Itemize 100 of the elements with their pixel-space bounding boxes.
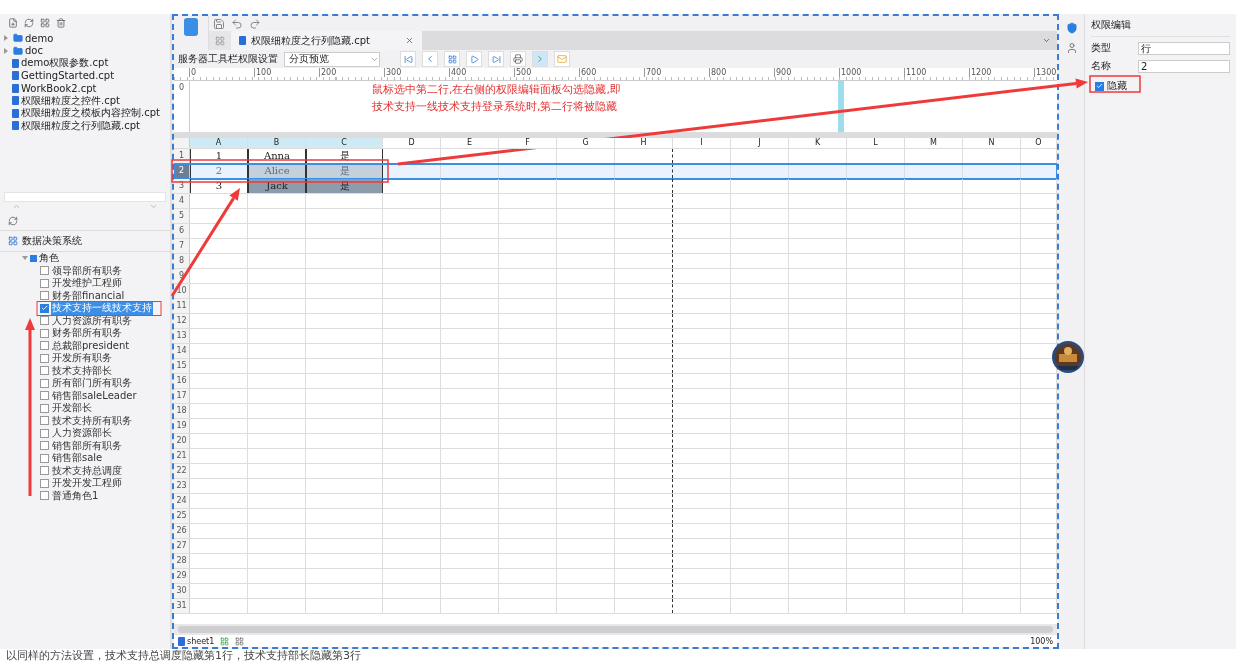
row-header[interactable]: 17 xyxy=(174,389,190,403)
file-tree-item[interactable]: demo权限参数.cpt xyxy=(12,57,109,70)
row-header[interactable]: 11 xyxy=(174,299,190,313)
delete-icon[interactable] xyxy=(56,18,66,28)
column-header[interactable]: C xyxy=(306,138,383,148)
row-header[interactable]: 30 xyxy=(174,584,190,598)
close-icon[interactable] xyxy=(405,36,414,45)
column-header[interactable]: G xyxy=(557,138,615,148)
next-page-icon[interactable] xyxy=(466,51,482,67)
role-item[interactable]: 所有部门所有职务 xyxy=(40,377,133,390)
role-item[interactable]: 开发维护工程师 xyxy=(40,277,123,290)
mail-icon[interactable] xyxy=(554,51,570,67)
input-field[interactable]: 行 xyxy=(1138,41,1230,55)
row-header[interactable]: 26 xyxy=(174,524,190,538)
checkbox[interactable] xyxy=(40,428,49,438)
row-header[interactable]: 24 xyxy=(174,494,190,508)
role-item[interactable]: 销售部saleLeader xyxy=(40,389,138,402)
row-header[interactable]: 19 xyxy=(174,419,190,433)
row-header[interactable]: 5 xyxy=(174,209,190,223)
checkbox[interactable] xyxy=(40,391,49,401)
role-item[interactable]: 销售部sale xyxy=(40,452,104,465)
row-header[interactable]: 16 xyxy=(174,374,190,388)
checkbox[interactable] xyxy=(40,266,49,276)
checkbox[interactable] xyxy=(1095,81,1104,91)
file-tree-item[interactable]: WorkBook2.cpt xyxy=(12,82,97,95)
role-item[interactable]: 技术支持总调度 xyxy=(40,464,123,477)
select-all-corner[interactable] xyxy=(174,138,190,148)
row-header[interactable]: 22 xyxy=(174,464,190,478)
undo-icon[interactable] xyxy=(231,17,243,30)
checkbox[interactable] xyxy=(40,366,49,376)
checkbox[interactable] xyxy=(40,478,49,488)
checkbox[interactable] xyxy=(40,353,49,363)
checkbox[interactable] xyxy=(40,278,49,288)
expand-down-icon[interactable] xyxy=(149,202,158,211)
new-file-icon[interactable] xyxy=(8,18,18,28)
previous-page-icon[interactable] xyxy=(422,51,438,67)
sheet-tab[interactable]: sheet1 xyxy=(178,636,215,646)
checkbox[interactable] xyxy=(40,466,49,476)
checkbox[interactable] xyxy=(40,291,49,301)
role-item[interactable]: 普通角色1 xyxy=(40,489,100,502)
horizontal-scrollbar[interactable] xyxy=(174,624,1057,635)
role-item[interactable]: 领导部所有职务 xyxy=(40,264,123,277)
column-header[interactable]: A xyxy=(190,138,248,148)
checkbox[interactable] xyxy=(40,378,49,388)
column-header[interactable]: B xyxy=(248,138,306,148)
file-tree-item[interactable]: demo xyxy=(4,32,54,45)
save-icon[interactable] xyxy=(213,17,225,30)
role-item[interactable]: 开发所有职务 xyxy=(40,352,113,365)
role-item[interactable]: 人力资源所有职务 xyxy=(40,314,133,327)
row-header[interactable]: 28 xyxy=(174,554,190,568)
table-row[interactable]: 2 2 Alice 是 xyxy=(174,164,1057,179)
file-tree-item[interactable]: 权限细粒度之模板内容控制.cpt xyxy=(12,107,160,120)
row-header[interactable]: 23 xyxy=(174,479,190,493)
row-header[interactable]: 12 xyxy=(174,314,190,328)
refresh-icon[interactable] xyxy=(8,216,18,226)
row-header[interactable]: 13 xyxy=(174,329,190,343)
file-tree-item[interactable]: doc xyxy=(4,44,43,57)
document-tab[interactable]: 权限细粒度之行列隐藏.cpt xyxy=(231,31,422,50)
role-item[interactable]: 开发开发工程师 xyxy=(40,477,123,490)
file-tree-item[interactable]: 权限细粒度之行列隐藏.cpt xyxy=(12,119,140,132)
print-icon[interactable] xyxy=(510,51,526,67)
table-row[interactable]: 3 3 Jack 是 xyxy=(174,179,1057,194)
last-page-icon[interactable] xyxy=(488,51,504,67)
row-header[interactable]: 18 xyxy=(174,404,190,418)
row-header[interactable]: 27 xyxy=(174,539,190,553)
app-logo-icon[interactable] xyxy=(184,18,198,36)
checkbox[interactable] xyxy=(40,303,49,313)
checkbox[interactable] xyxy=(40,441,49,451)
grid-icon[interactable] xyxy=(40,18,50,28)
role-item[interactable]: 技术支持部长 xyxy=(40,364,113,377)
row-header[interactable]: 29 xyxy=(174,569,190,583)
shield-icon[interactable] xyxy=(1065,22,1078,34)
row-header[interactable]: 8 xyxy=(174,254,190,268)
file-tree-item[interactable]: 权限细粒度之控件.cpt xyxy=(12,94,120,107)
mode-dropdown[interactable]: 分页预览 xyxy=(284,51,380,67)
row-header[interactable]: 7 xyxy=(174,239,190,253)
role-item[interactable]: 技术支持所有职务 xyxy=(40,414,133,427)
row-header[interactable]: 31 xyxy=(174,599,190,613)
checkbox[interactable] xyxy=(40,341,49,351)
role-item[interactable]: 财务部financial xyxy=(40,289,126,302)
role-item[interactable]: 开发部长 xyxy=(40,402,93,415)
row-header[interactable]: 25 xyxy=(174,509,190,523)
checkbox[interactable] xyxy=(40,328,49,338)
refresh-icon[interactable] xyxy=(24,18,34,28)
row-header[interactable]: 6 xyxy=(174,224,190,238)
role-item[interactable]: 财务部所有职务 xyxy=(40,327,123,340)
redo-icon[interactable] xyxy=(249,17,261,30)
row-header[interactable]: 2 xyxy=(174,164,190,178)
user-icon[interactable] xyxy=(1065,42,1078,54)
collapse-up-icon[interactable] xyxy=(12,202,21,211)
checkbox[interactable] xyxy=(40,416,49,426)
checkbox[interactable] xyxy=(40,403,49,413)
role-item[interactable]: 人力资源部长 xyxy=(40,427,113,440)
row-header[interactable]: 21 xyxy=(174,449,190,463)
row-header[interactable]: 14 xyxy=(174,344,190,358)
partial-check-icon[interactable] xyxy=(30,254,37,262)
row-header[interactable]: 15 xyxy=(174,359,190,373)
tree-node[interactable]: 角色 xyxy=(22,252,59,265)
grid-icon[interactable] xyxy=(209,31,231,50)
input-field[interactable]: 2 xyxy=(1138,59,1230,73)
